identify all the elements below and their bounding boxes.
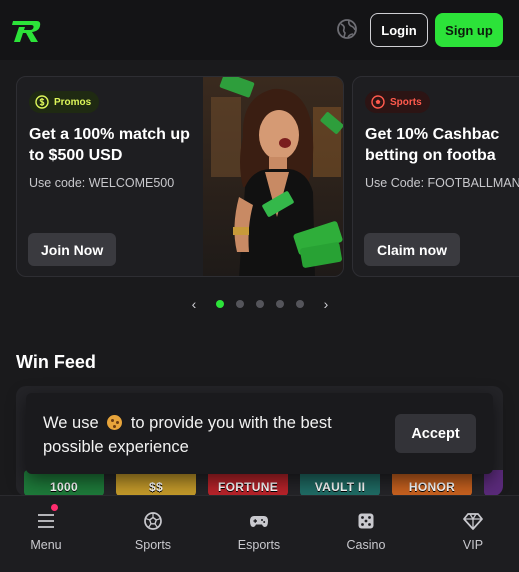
notification-dot [51,504,58,511]
nav-item-casino[interactable]: Casino [314,496,418,572]
win-feed-title: Win Feed [16,352,96,372]
soccer-ball-icon [371,95,385,109]
badge-label: Sports [390,96,422,108]
promo-title: Get 10% Cashbac betting on footba [365,126,500,164]
nav-item-sports[interactable]: Sports [101,496,205,572]
dice-icon [358,513,374,529]
carousel-dot[interactable] [276,300,284,308]
badge-label: Promos [54,96,92,108]
globe-icon[interactable] [336,18,358,40]
accept-cookies-button[interactable]: Accept [395,414,476,453]
bottom-nav: Menu Sports Esports Casino VIP [0,495,519,572]
sports-badge: Sports [365,91,430,113]
cookie-text-start: We use [43,414,99,432]
soccer-ball-icon [144,512,162,530]
menu-icon [38,514,54,528]
promos-badge: Promos [29,91,100,113]
nav-label: Casino [346,538,386,552]
nav-label: Sports [134,538,172,552]
promo-card-football[interactable]: Sports Get 10% Cashbac betting on footba… [352,76,519,277]
carousel-dot[interactable] [236,300,244,308]
nav-label: VIP [462,538,484,552]
login-button[interactable]: Login [370,13,428,47]
promo-code: Use Code: FOOTBALLMANIA [365,176,519,190]
diamond-icon [463,513,483,530]
nav-label: Menu [30,538,62,552]
carousel-dot[interactable] [296,300,304,308]
cookie-text: We use to provide you with the best poss… [43,411,373,459]
signup-button[interactable]: Sign up [435,13,503,47]
chevron-left-icon[interactable]: ‹ [188,296,200,312]
nav-item-esports[interactable]: Esports [207,496,311,572]
carousel-dot[interactable] [216,300,224,308]
nav-item-vip[interactable]: VIP [421,496,519,572]
claim-now-button[interactable]: Claim now [364,233,461,266]
dollar-coin-icon [35,95,49,109]
logo-icon[interactable] [10,12,44,46]
promo-title: Get a 100% match up to $500 USD [29,126,190,164]
promo-hero-image [203,77,343,276]
cookie-icon [107,415,123,430]
join-now-button[interactable]: Join Now [28,233,117,266]
chevron-right-icon[interactable]: › [320,296,332,312]
nav-item-menu[interactable]: Menu [0,496,98,572]
carousel-dot[interactable] [256,300,264,308]
promo-code: Use code: WELCOME500 [29,176,175,190]
carousel-pager: ‹ › [186,296,336,312]
top-bar: Login Sign up [0,0,519,60]
cookie-banner: We use to provide you with the best poss… [26,393,493,474]
promo-card-welcome[interactable]: Promos Get a 100% match up to $500 USD U… [16,76,344,277]
nav-label: Esports [237,538,281,552]
gamepad-icon [250,516,268,527]
